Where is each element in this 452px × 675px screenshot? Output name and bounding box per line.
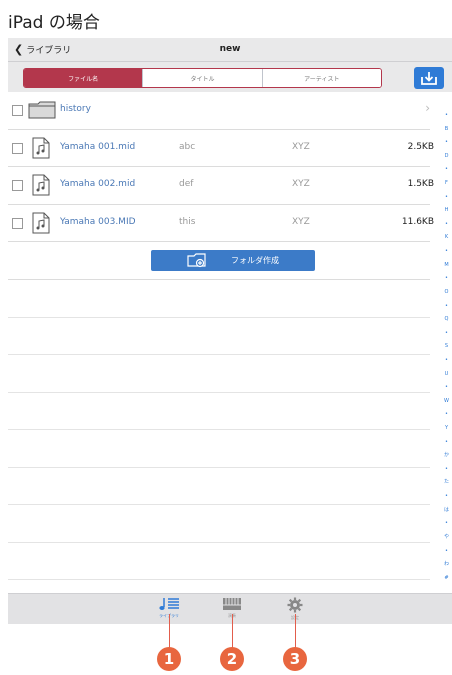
- segment-title[interactable]: タイトル: [142, 69, 262, 87]
- index-item[interactable]: か: [444, 452, 449, 459]
- keyboard-icon: [223, 598, 241, 610]
- empty-row: [8, 355, 430, 393]
- file-size: 1.5KB: [407, 179, 434, 189]
- index-item[interactable]: •: [445, 303, 448, 310]
- index-item[interactable]: •: [445, 357, 448, 364]
- folder-row[interactable]: history ›: [8, 92, 430, 130]
- nav-title: new: [219, 44, 241, 54]
- index-item[interactable]: U: [445, 371, 449, 378]
- index-item[interactable]: た: [444, 479, 449, 486]
- index-item[interactable]: •: [445, 411, 448, 418]
- segment-filename[interactable]: ファイル名: [24, 69, 143, 87]
- callout-marker: 3: [283, 647, 307, 671]
- callout-leader: [295, 614, 296, 648]
- index-item[interactable]: •: [445, 139, 448, 146]
- index-item[interactable]: •: [445, 166, 448, 173]
- file-title: def: [179, 179, 194, 189]
- empty-row: [8, 430, 430, 468]
- callout-leader: [169, 614, 170, 648]
- index-item[interactable]: D: [445, 153, 449, 160]
- callout-leader: [232, 614, 233, 648]
- index-item[interactable]: •: [445, 112, 448, 119]
- index-item[interactable]: •: [445, 439, 448, 446]
- folder-add-icon: [187, 253, 206, 268]
- index-item[interactable]: •: [445, 520, 448, 527]
- file-name: Yamaha 003.MID: [60, 216, 136, 227]
- index-item[interactable]: •: [445, 275, 448, 282]
- index-item[interactable]: や: [444, 534, 449, 541]
- segment-artist[interactable]: アーティスト: [261, 69, 381, 87]
- import-button[interactable]: [414, 67, 444, 89]
- index-item[interactable]: Y: [445, 425, 448, 432]
- file-row[interactable]: Yamaha 002.mid def XYZ 1.5KB: [8, 167, 434, 205]
- index-item[interactable]: •: [445, 248, 448, 255]
- folder-name: history: [60, 104, 91, 114]
- index-item[interactable]: O: [445, 289, 449, 296]
- index-item[interactable]: •: [445, 548, 448, 555]
- index-item[interactable]: K: [445, 234, 448, 241]
- index-item[interactable]: •: [445, 330, 448, 337]
- index-item[interactable]: •: [445, 194, 448, 201]
- file-size: 11.6KB: [401, 216, 434, 227]
- empty-row: [8, 318, 430, 355]
- index-item[interactable]: F: [445, 180, 448, 187]
- gear-icon: [287, 597, 303, 613]
- index-item[interactable]: W: [444, 398, 449, 405]
- new-folder-label: フォルダ作成: [231, 256, 279, 265]
- index-item[interactable]: わ: [444, 561, 449, 568]
- file-row[interactable]: Yamaha 003.MID this XYZ 11.6KB: [8, 205, 434, 242]
- file-list: history › Yamaha 001.mid abc XYZ 2.5KB Y…: [8, 92, 434, 618]
- empty-row: [8, 468, 430, 505]
- empty-row: [8, 543, 430, 580]
- index-item[interactable]: は: [444, 507, 449, 514]
- file-name: Yamaha 001.mid: [60, 141, 136, 152]
- navigation-bar: ❮ ライブラリ new: [8, 38, 452, 62]
- index-item[interactable]: •: [445, 466, 448, 473]
- row-checkbox[interactable]: [12, 142, 23, 154]
- empty-row: [8, 505, 430, 543]
- library-icon: [159, 598, 179, 610]
- callout-marker: 1: [157, 647, 181, 671]
- section-index-bar[interactable]: • B • D • F • H • K • M • O • Q • S • U …: [441, 112, 452, 582]
- index-item[interactable]: Q: [445, 316, 449, 323]
- empty-row: [8, 393, 430, 430]
- index-item[interactable]: H: [445, 207, 449, 214]
- music-file-icon: [32, 212, 50, 233]
- file-row[interactable]: Yamaha 001.mid abc XYZ 2.5KB: [8, 130, 434, 167]
- file-title: this: [179, 216, 196, 227]
- music-file-icon: [32, 174, 50, 196]
- callout-marker: 2: [220, 647, 244, 671]
- file-artist: XYZ: [292, 216, 310, 227]
- index-item[interactable]: •: [445, 221, 448, 228]
- page-heading: iPad の場合: [8, 13, 100, 33]
- row-checkbox[interactable]: [12, 180, 23, 191]
- new-folder-button[interactable]: フォルダ作成: [151, 250, 315, 271]
- new-folder-row: フォルダ作成: [8, 242, 430, 280]
- file-artist: XYZ: [292, 141, 310, 152]
- music-file-icon: [32, 137, 50, 158]
- index-item[interactable]: S: [445, 343, 448, 350]
- chevron-right-icon: ›: [425, 101, 430, 115]
- sort-bar: ファイル名 タイトル アーティスト: [8, 62, 452, 92]
- empty-row: [8, 280, 430, 318]
- tab-bar: ライブラリ 演奏 設定: [8, 593, 452, 624]
- sort-segmented-control: ファイル名 タイトル アーティスト: [23, 68, 382, 88]
- download-icon: [421, 72, 437, 85]
- row-checkbox[interactable]: [12, 105, 23, 116]
- index-item[interactable]: •: [445, 493, 448, 500]
- index-item[interactable]: M: [444, 262, 448, 269]
- file-artist: XYZ: [292, 179, 310, 189]
- file-size: 2.5KB: [407, 141, 434, 152]
- index-item[interactable]: B: [445, 126, 448, 133]
- folder-icon: [28, 101, 56, 119]
- index-item[interactable]: #: [444, 575, 448, 582]
- file-title: abc: [179, 141, 196, 152]
- row-checkbox[interactable]: [12, 217, 23, 229]
- index-item[interactable]: •: [445, 384, 448, 391]
- file-name: Yamaha 002.mid: [60, 179, 136, 189]
